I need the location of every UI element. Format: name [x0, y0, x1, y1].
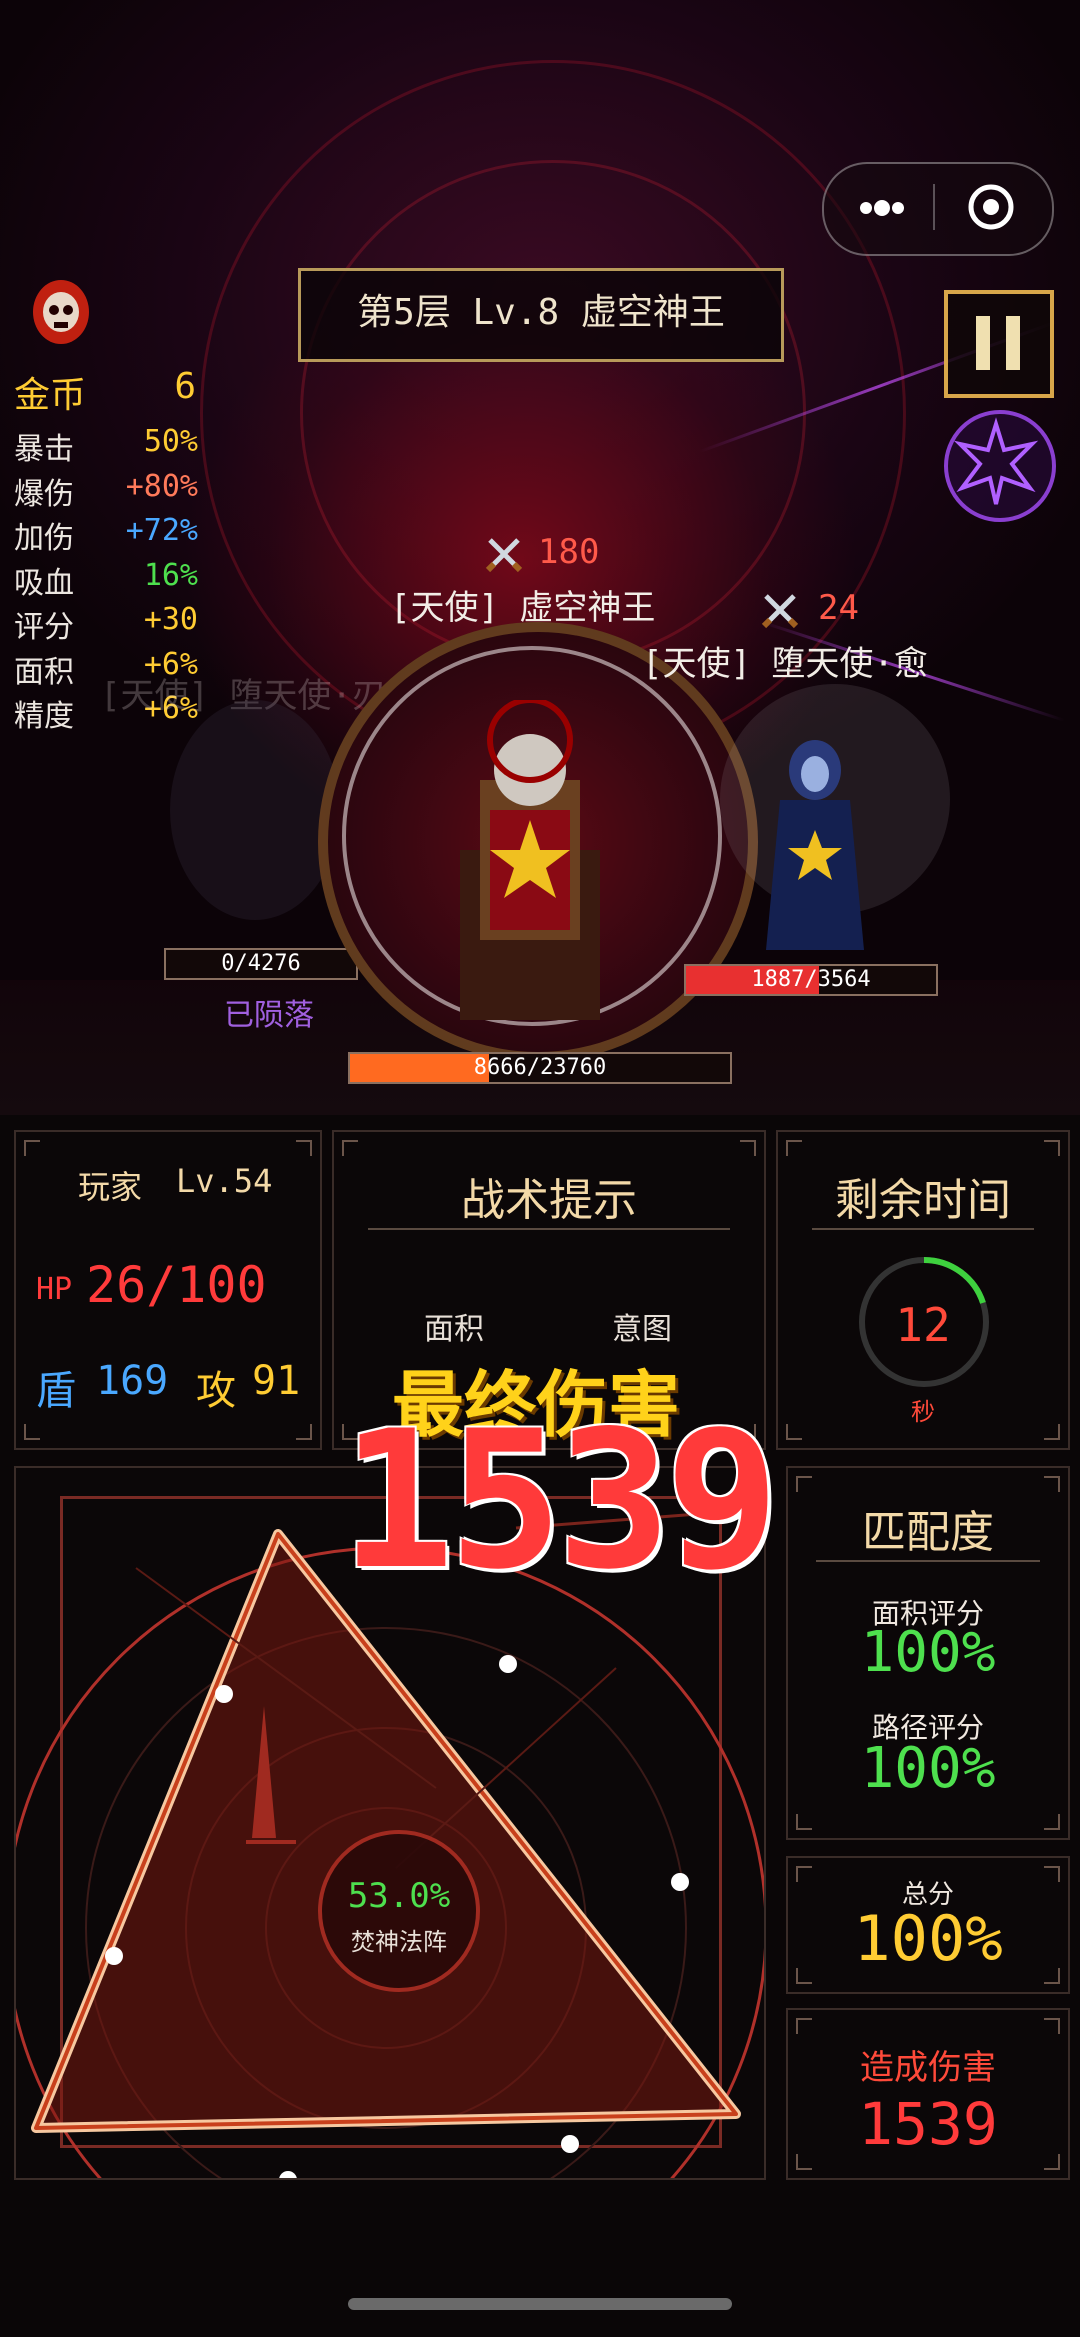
damage-label: 造成伤害	[860, 2048, 996, 2088]
player-level: Lv.54	[176, 1162, 273, 1200]
match-title: 匹配度	[862, 1507, 994, 1558]
hp-label: HP	[36, 1272, 73, 1307]
stat-label: 爆伤	[14, 476, 74, 512]
player-attack: 91	[252, 1358, 301, 1404]
pause-icon	[976, 316, 990, 370]
enemy-hp-bar-right: 1887/3564	[684, 964, 938, 996]
sword-icon	[760, 590, 800, 630]
path-score-value: 100%	[860, 1736, 996, 1801]
enemy-hp-text-left: 0/4276	[221, 951, 301, 976]
array-name: 焚神法阵	[351, 1928, 447, 1956]
boss-hp-text: 8666/23760	[473, 1055, 607, 1080]
match-panel: 匹配度 面积评分 100% 路径评分 100%	[786, 1466, 1070, 1840]
area-score-value: 100%	[860, 1620, 996, 1685]
enemy-attack-right: 24	[818, 588, 859, 628]
timer-unit: 秒	[911, 1398, 935, 1426]
fallen-angel-healer-sprite[interactable]	[760, 730, 870, 950]
stat-value: +80%	[125, 468, 198, 504]
timer-value: 12	[895, 1298, 951, 1352]
stage-title: 第5层 Lv.8 虚空神王	[298, 268, 784, 362]
tactics-divider	[368, 1228, 730, 1230]
void-god-king-sprite[interactable]	[420, 697, 640, 1030]
home-indicator[interactable]	[348, 2298, 732, 2310]
more-icon[interactable]	[852, 196, 912, 220]
stat-label: 精度	[14, 699, 74, 734]
star-icon	[953, 417, 1039, 505]
timer-panel: 剩余时间 12 秒	[776, 1130, 1070, 1450]
gold-label: 金币	[14, 375, 87, 416]
player-hp: 26/100	[86, 1256, 267, 1314]
array-percent: 53.0%	[347, 1876, 451, 1916]
total-panel: 总分 100%	[786, 1856, 1070, 1994]
enemy-hp-bar-left: 0/4276	[164, 948, 358, 980]
stat-value: 50%	[143, 424, 198, 459]
stat-value: +72%	[125, 513, 198, 548]
stat-label: 暴击	[14, 432, 74, 467]
attack-label: 攻	[196, 1368, 236, 1414]
stat-label: 加伤	[14, 521, 74, 556]
enemy-hp-text-right: 1887/3564	[751, 967, 871, 992]
tactics-area-label: 面积	[424, 1312, 484, 1347]
total-value: 100%	[853, 1902, 1003, 1975]
match-divider	[816, 1560, 1040, 1562]
boss-attack: 180	[538, 532, 600, 572]
pause-icon	[1006, 316, 1020, 370]
stat-label: 评分	[14, 610, 74, 645]
timer-divider	[812, 1228, 1034, 1230]
final-damage-value: 1539	[340, 1390, 780, 1611]
damage-panel: 造成伤害 1539	[786, 2008, 1070, 2180]
timer-title: 剩余时间	[835, 1175, 1011, 1226]
fallen-status: 已陨落	[224, 998, 314, 1033]
tactics-intent-label: 意图	[612, 1312, 672, 1347]
stat-label: 面积	[14, 654, 74, 690]
fallen-angel-sprite	[170, 700, 340, 920]
pause-button[interactable]	[944, 290, 1054, 398]
stat-value: +30	[143, 602, 198, 637]
skull-icon[interactable]	[30, 276, 92, 346]
stat-value: 16%	[143, 557, 198, 593]
boss-hp-bar: 8666/23760	[348, 1052, 732, 1084]
stat-label: 吸血	[14, 565, 74, 601]
player-name: 玩家	[78, 1168, 143, 1206]
shield-label: 盾	[36, 1368, 76, 1414]
capsule-divider	[933, 184, 935, 230]
enemy-name-right: [天使] 堕天使·愈	[642, 644, 928, 684]
star-skill-button[interactable]	[944, 410, 1056, 522]
target-icon[interactable]	[966, 182, 1016, 232]
damage-value: 1539	[858, 2090, 998, 2158]
player-panel: 玩家 Lv.54 HP 26/100 盾 169 攻 91	[14, 1130, 322, 1450]
gold-value: 6	[174, 366, 196, 407]
sword-icon	[484, 534, 524, 574]
player-shield: 169	[96, 1358, 169, 1404]
tactics-title: 战术提示	[461, 1175, 637, 1226]
